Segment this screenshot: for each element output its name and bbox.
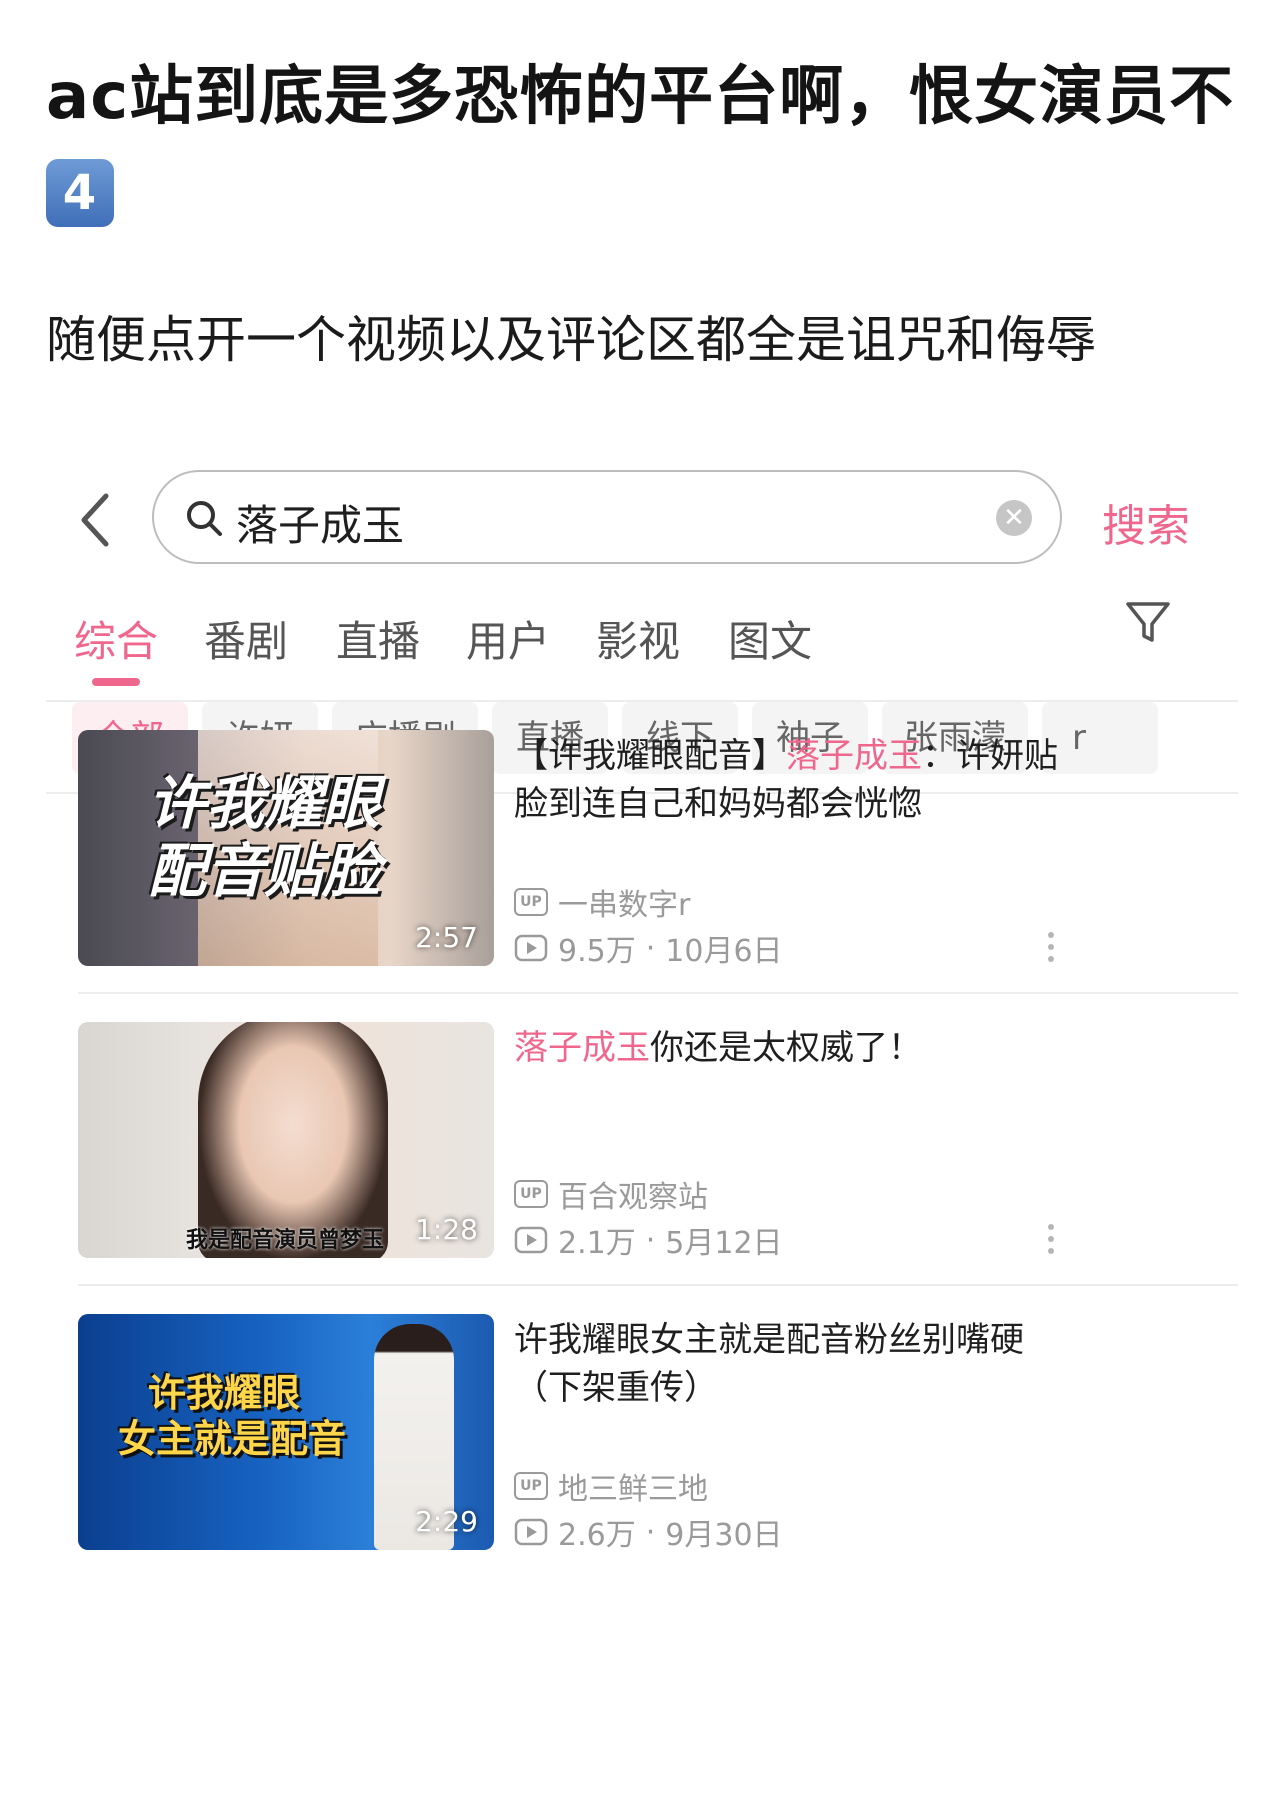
video-duration: 2:29	[415, 1505, 478, 1538]
video-thumbnail[interactable]: 许我耀眼 女主就是配音 2:29	[78, 1314, 494, 1550]
uploader-name: 地三鲜三地	[558, 1472, 708, 1507]
search-icon	[187, 501, 222, 536]
up-badge-icon: UP	[514, 1180, 548, 1208]
search-query: 落子成玉	[236, 501, 405, 550]
active-tab-indicator	[92, 678, 140, 686]
video-duration: 2:57	[415, 921, 478, 954]
keycap-four-emoji: 4	[46, 159, 114, 228]
meta-separator: ·	[645, 1222, 656, 1258]
title-prefix: 【许我耀眼配音】	[514, 736, 786, 776]
post-title: ac站到底是多恐怖的平台啊，恨女演员不 4	[46, 52, 1246, 232]
stats-row: 9.5万 · 10月6日	[514, 926, 783, 970]
post-title-text: ac站到底是多恐怖的平台啊，恨女演员不	[46, 60, 1235, 134]
result-item[interactable]: 许我耀眼 配音贴脸 2:57 【许我耀眼配音】落子成玉：许妍贴脸到连自己和妈妈都…	[78, 730, 1238, 996]
meta-separator: ·	[645, 930, 656, 966]
thumb-caption: 我是配音演员曾梦玉	[186, 1228, 385, 1253]
title-highlight: 落子成玉	[786, 736, 922, 776]
person-face	[198, 1022, 388, 1258]
view-count: 2.1万	[558, 1226, 636, 1261]
view-count: 2.6万	[558, 1518, 636, 1553]
app-screenshot: 落子成玉 ✕ 搜索 综合 番剧 直播 用户 影视 图文 全部 许妍 广播剧 直播…	[46, 440, 1238, 1793]
stats-row: 2.6万 · 9月30日	[514, 1510, 783, 1554]
tab-all[interactable]: 综合	[74, 608, 158, 669]
result-title[interactable]: 许我耀眼女主就是配音粉丝别嘴硬（下架重传）	[514, 1316, 1074, 1412]
thumb-overlay-line2: 女主就是配音	[118, 1417, 347, 1461]
back-arrow-icon[interactable]	[76, 490, 116, 550]
filter-icon[interactable]	[1124, 598, 1172, 646]
video-duration: 1:28	[415, 1213, 478, 1246]
result-item[interactable]: 我是配音演员曾梦玉 1:28 落子成玉你还是太权威了！ UP 百合观察站 2.1…	[78, 1022, 1238, 1288]
thumb-overlay-line1: 许我耀眼	[148, 1371, 301, 1415]
more-icon[interactable]	[1046, 930, 1056, 964]
divider	[78, 992, 1238, 994]
tab-live[interactable]: 直播	[336, 608, 420, 669]
uploader-row[interactable]: UP 地三鲜三地	[514, 1464, 708, 1508]
video-thumbnail[interactable]: 许我耀眼 配音贴脸 2:57	[78, 730, 494, 966]
upload-date: 10月6日	[665, 934, 783, 969]
search-button[interactable]: 搜索	[1102, 490, 1190, 554]
divider	[46, 700, 1238, 702]
title-suffix: 你还是太权威了！	[650, 1028, 922, 1068]
play-count-icon	[514, 934, 548, 962]
uploader-name: 百合观察站	[558, 1180, 708, 1215]
uploader-row[interactable]: UP 一串数字r	[514, 880, 690, 924]
tab-film[interactable]: 影视	[596, 608, 680, 669]
upload-date: 9月30日	[665, 1518, 783, 1553]
play-count-icon	[514, 1518, 548, 1546]
meta-separator: ·	[645, 1514, 656, 1550]
upload-date: 5月12日	[665, 1226, 783, 1261]
up-badge-icon: UP	[514, 888, 548, 916]
tab-bangumi[interactable]: 番剧	[204, 608, 288, 669]
category-tabs: 综合 番剧 直播 用户 影视 图文	[74, 608, 1214, 688]
up-badge-icon: UP	[514, 1472, 548, 1500]
result-item[interactable]: 许我耀眼 女主就是配音 2:29 许我耀眼女主就是配音粉丝别嘴硬（下架重传） U…	[78, 1314, 1238, 1580]
result-title[interactable]: 【许我耀眼配音】落子成玉：许妍贴脸到连自己和妈妈都会恍惚	[514, 732, 1074, 828]
post-body: 随便点开一个视频以及评论区都全是诅咒和侮辱	[46, 311, 1096, 369]
view-count: 9.5万	[558, 934, 636, 969]
title-prefix: 许我耀眼女主就是配音粉丝别嘴硬（下架重传）	[514, 1320, 1024, 1408]
thumb-overlay-line1: 许我耀眼	[148, 769, 381, 837]
thumb-overlay-line2: 配音贴脸	[148, 837, 381, 905]
divider	[78, 1284, 1238, 1286]
play-count-icon	[514, 1226, 548, 1254]
title-highlight: 落子成玉	[514, 1028, 650, 1068]
stats-row: 2.1万 · 5月12日	[514, 1218, 783, 1262]
tab-users[interactable]: 用户	[466, 608, 550, 669]
uploader-row[interactable]: UP 百合观察站	[514, 1172, 708, 1216]
uploader-name: 一串数字r	[558, 888, 691, 923]
more-icon[interactable]	[1046, 1222, 1056, 1256]
result-title[interactable]: 落子成玉你还是太权威了！	[514, 1024, 1074, 1072]
video-thumbnail[interactable]: 我是配音演员曾梦玉 1:28	[78, 1022, 494, 1258]
tab-articles[interactable]: 图文	[728, 608, 812, 669]
search-input[interactable]: 落子成玉 ✕	[152, 470, 1062, 564]
clear-icon[interactable]: ✕	[996, 500, 1032, 536]
